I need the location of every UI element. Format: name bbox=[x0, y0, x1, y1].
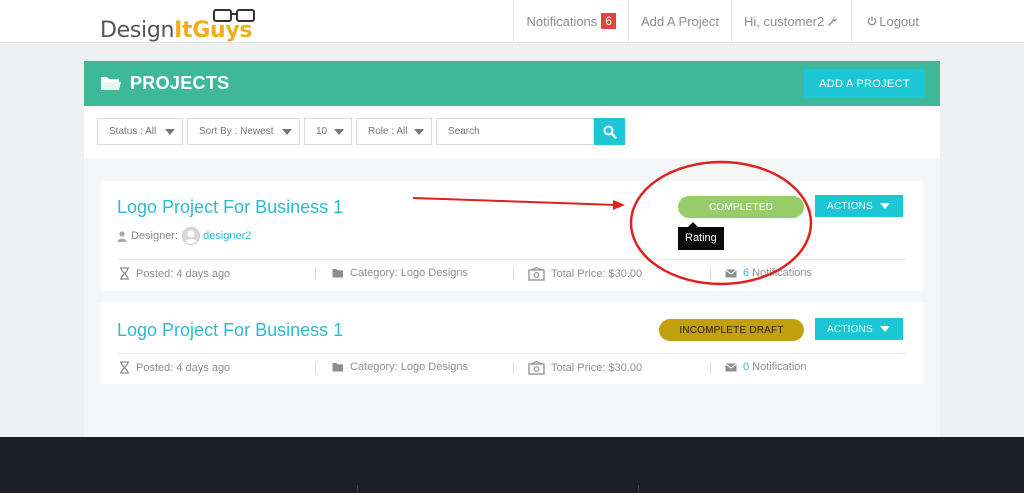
nav-notifications[interactable]: Notifications 6 bbox=[513, 0, 628, 42]
envelope-icon bbox=[725, 362, 737, 372]
money-icon bbox=[528, 361, 545, 375]
notifications-meta[interactable]: 0 Notification bbox=[725, 361, 807, 373]
nav-greeting: Hi, customer2 bbox=[744, 13, 825, 29]
hourglass-icon bbox=[119, 361, 130, 374]
caret-down-icon bbox=[880, 326, 890, 332]
status-filter-select[interactable]: Status : All bbox=[97, 118, 183, 145]
price-text: Total Price: $30.00 bbox=[551, 362, 643, 374]
folder-icon bbox=[332, 362, 344, 372]
project-meta-row: Posted: 4 days ago Category: Logo Design… bbox=[117, 353, 907, 381]
project-title-link[interactable]: Logo Project For Business 1 bbox=[117, 320, 343, 341]
user-icon bbox=[117, 230, 127, 242]
folder-icon bbox=[101, 77, 121, 90]
actions-dropdown-button[interactable]: ACTIONS bbox=[815, 318, 903, 340]
logo-text-design: Design bbox=[100, 18, 175, 43]
notifications-count-link[interactable]: 6 bbox=[743, 267, 749, 279]
projects-header: PROJECTS ADD A PROJECT bbox=[84, 61, 940, 106]
notifications-meta[interactable]: 6 Notifications bbox=[725, 267, 812, 279]
per-page-select[interactable]: 10 bbox=[304, 118, 352, 145]
meta-divider bbox=[513, 268, 514, 280]
footer bbox=[0, 437, 1024, 493]
category-meta: Category: Logo Designs bbox=[332, 267, 468, 279]
price-meta: Total Price: $30.00 bbox=[528, 361, 642, 375]
search-button[interactable] bbox=[594, 118, 625, 145]
project-card: Logo Project For Business 1 INCOMPLETE D… bbox=[101, 302, 923, 384]
nav-logout[interactable]: Logout bbox=[851, 0, 1024, 42]
main-nav: Notifications 6 Add A Project Hi, custom… bbox=[513, 0, 1024, 43]
meta-divider bbox=[315, 362, 316, 374]
designer-info: Designer: designer2 bbox=[117, 227, 251, 245]
search-input[interactable] bbox=[436, 118, 594, 145]
posted-text: Posted: 4 days ago bbox=[136, 361, 231, 374]
posted-meta: Posted: 4 days ago bbox=[119, 361, 230, 374]
meta-divider bbox=[513, 362, 514, 374]
status-filter-value: Status : All bbox=[109, 126, 157, 137]
nav-logout-label: Logout bbox=[879, 13, 919, 29]
notifications-label: Notification bbox=[752, 361, 807, 373]
wrench-icon bbox=[827, 16, 837, 26]
per-page-value: 10 bbox=[316, 126, 328, 137]
caret-down-icon bbox=[880, 203, 890, 209]
nav-notifications-label: Notifications bbox=[526, 13, 598, 29]
glasses-icon bbox=[213, 9, 255, 22]
chevron-down-icon bbox=[282, 129, 292, 135]
designer-name-link[interactable]: designer2 bbox=[203, 230, 251, 242]
chevron-down-icon bbox=[334, 129, 344, 135]
posted-meta: Posted: 4 days ago bbox=[119, 267, 230, 280]
sort-value: Sort By : Newest bbox=[199, 126, 274, 137]
filter-bar: Status : All Sort By : Newest 10 Role : … bbox=[84, 106, 940, 158]
role-filter-value: Role : All bbox=[368, 126, 408, 137]
footer-divider bbox=[638, 485, 639, 493]
nav-user-menu[interactable]: Hi, customer2 bbox=[731, 0, 851, 42]
chevron-down-icon bbox=[414, 129, 424, 135]
actions-dropdown-button[interactable]: ACTIONS bbox=[815, 195, 903, 217]
status-badge[interactable]: COMPLETED bbox=[678, 196, 804, 218]
sort-select[interactable]: Sort By : Newest bbox=[187, 118, 300, 145]
folder-icon bbox=[332, 268, 344, 278]
actions-label: ACTIONS bbox=[827, 323, 873, 335]
status-badge[interactable]: INCOMPLETE DRAFT bbox=[659, 319, 804, 341]
meta-divider bbox=[315, 268, 316, 280]
meta-divider bbox=[710, 268, 711, 280]
hourglass-icon bbox=[119, 267, 130, 280]
notifications-count-link[interactable]: 0 bbox=[743, 361, 749, 373]
footer-divider bbox=[357, 485, 358, 493]
price-text: Total Price: $30.00 bbox=[551, 268, 643, 280]
price-meta: Total Price: $30.00 bbox=[528, 267, 642, 281]
rating-tooltip: Rating bbox=[678, 222, 724, 250]
notifications-label: Notifications bbox=[752, 267, 813, 279]
project-title-link[interactable]: Logo Project For Business 1 bbox=[117, 197, 343, 218]
actions-label: ACTIONS bbox=[827, 200, 873, 212]
nav-add-project[interactable]: Add A Project bbox=[627, 0, 731, 42]
project-meta-row: Posted: 4 days ago Category: Logo Design… bbox=[117, 259, 907, 287]
category-text: Category: Logo Designs bbox=[350, 267, 469, 279]
envelope-icon bbox=[725, 268, 737, 278]
project-card: Logo Project For Business 1 Designer: de… bbox=[101, 181, 923, 291]
add-project-button[interactable]: ADD A PROJECT bbox=[804, 69, 925, 98]
meta-divider bbox=[710, 362, 711, 374]
avatar bbox=[182, 227, 201, 245]
money-icon bbox=[528, 267, 545, 281]
top-navbar: DesignItGuys Notifications 6 Add A Proje… bbox=[0, 0, 1024, 43]
power-icon bbox=[867, 16, 877, 26]
designer-label: Designer: bbox=[131, 230, 179, 242]
posted-text: Posted: 4 days ago bbox=[136, 267, 231, 280]
page-title: PROJECTS bbox=[130, 73, 230, 93]
search-icon bbox=[603, 125, 617, 139]
role-filter-select[interactable]: Role : All bbox=[356, 118, 432, 145]
nav-add-project-label: Add A Project bbox=[640, 13, 720, 29]
category-meta: Category: Logo Designs bbox=[332, 361, 468, 373]
category-text: Category: Logo Designs bbox=[350, 361, 469, 373]
chevron-down-icon bbox=[165, 129, 175, 135]
notifications-count-badge: 6 bbox=[601, 13, 616, 29]
